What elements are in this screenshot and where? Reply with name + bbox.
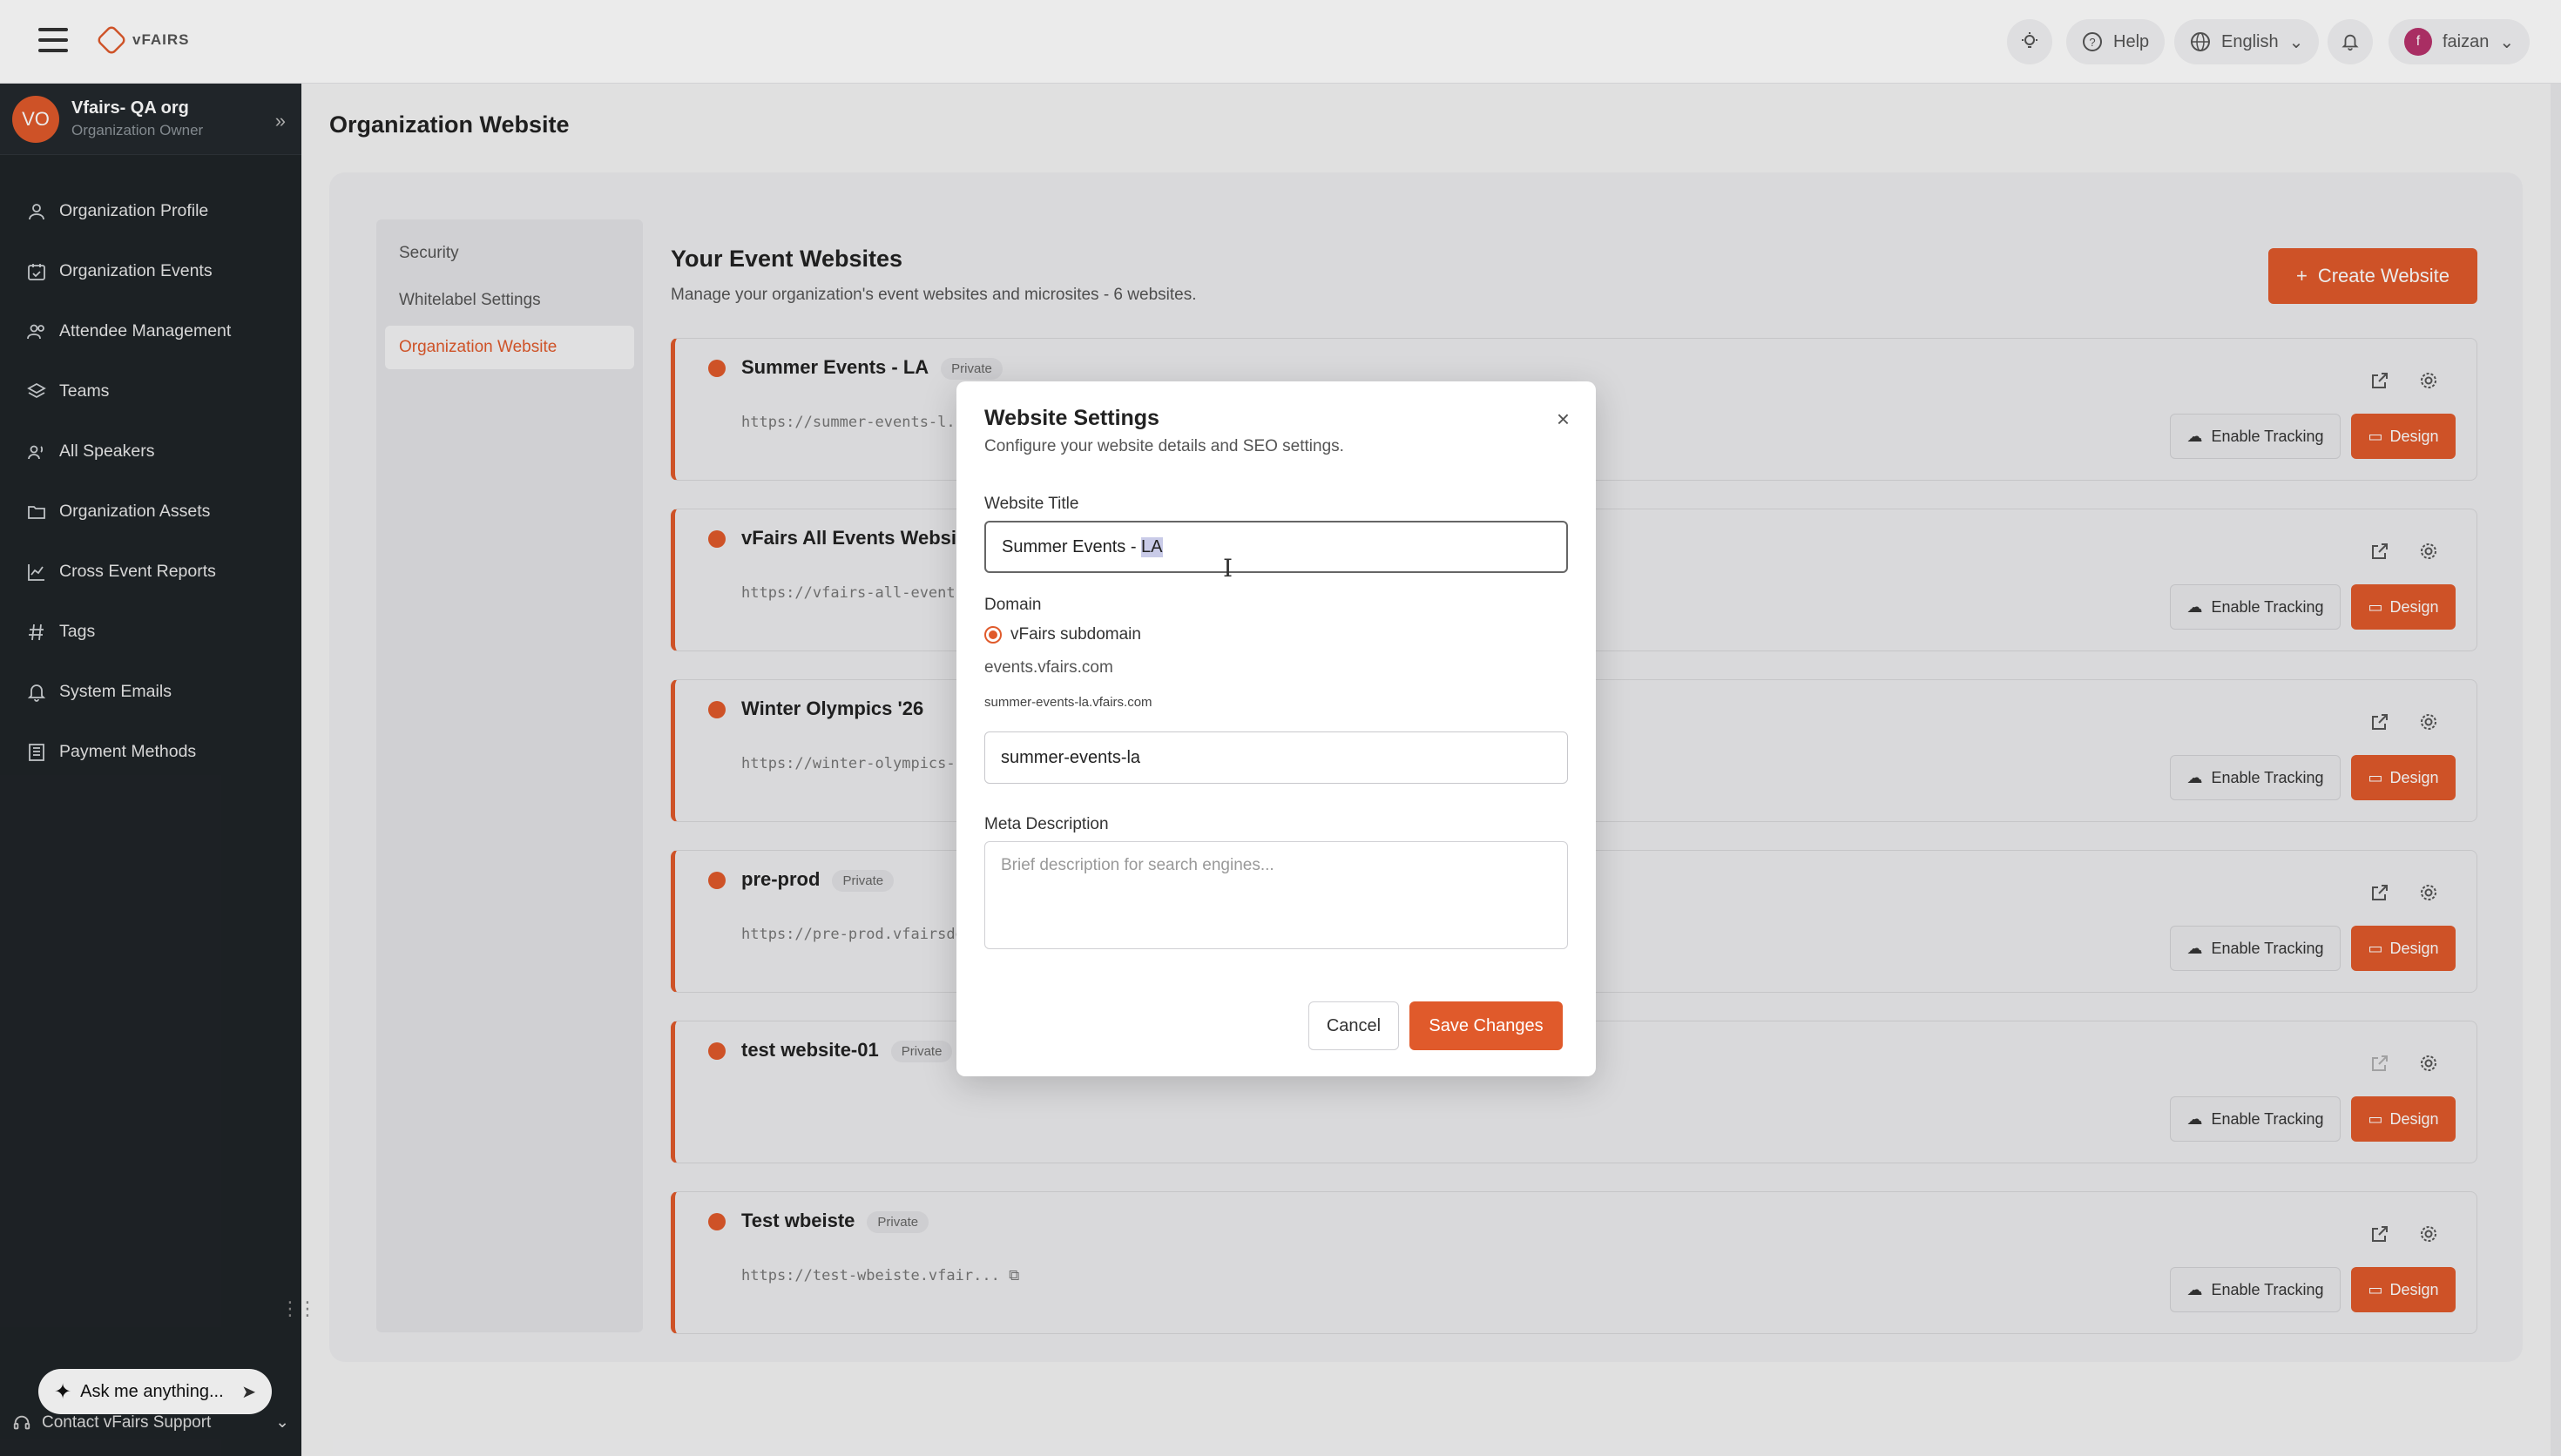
website-title-text: Summer Events - xyxy=(1002,536,1142,556)
meta-description-label: Meta Description xyxy=(984,815,1109,833)
save-changes-button[interactable]: Save Changes xyxy=(1409,1001,1563,1050)
subdomain-radio-option[interactable]: vFairs subdomain xyxy=(984,625,1141,644)
dialog-title: Website Settings xyxy=(984,406,1159,430)
website-title-label: Website Title xyxy=(984,495,1079,513)
website-settings-dialog: Website Settings Configure your website … xyxy=(956,381,1596,1076)
text-cursor-icon: I xyxy=(1223,554,1233,583)
meta-description-textarea[interactable]: Brief description for search engines... xyxy=(984,841,1568,949)
subdomain-input[interactable]: summer-events-la xyxy=(984,731,1568,784)
subdomain-option-label: vFairs subdomain xyxy=(1010,625,1141,644)
close-icon[interactable]: × xyxy=(1557,406,1570,433)
meta-description-placeholder: Brief description for search engines... xyxy=(1001,856,1274,874)
domain-label: Domain xyxy=(984,596,1042,614)
selected-text: LA xyxy=(1141,536,1163,557)
cancel-button[interactable]: Cancel xyxy=(1308,1001,1399,1050)
domain-base: events.vfairs.com xyxy=(984,658,1113,677)
domain-preview: summer-events-la.vfairs.com xyxy=(984,695,1152,710)
dialog-subtitle: Configure your website details and SEO s… xyxy=(984,437,1344,455)
radio-button[interactable] xyxy=(984,626,1002,644)
subdomain-value: summer-events-la xyxy=(1001,747,1141,767)
website-title-input[interactable]: Summer Events - LA I xyxy=(984,521,1568,583)
